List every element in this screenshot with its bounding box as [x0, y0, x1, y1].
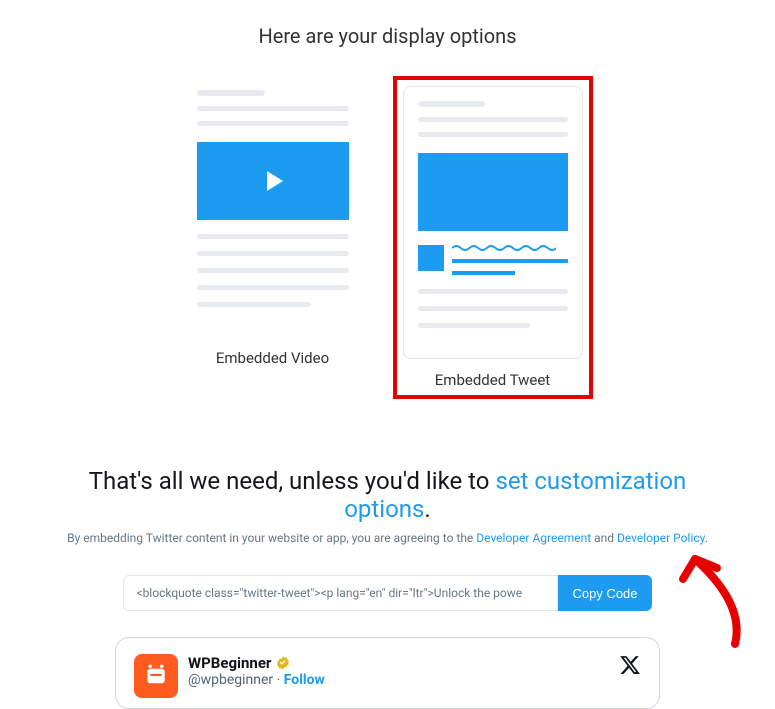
- skeleton-line: [197, 121, 349, 126]
- fine-and: and: [591, 531, 617, 545]
- tweet-preview-card: WPBeginner @wpbeginner · Follow: [115, 637, 660, 709]
- skeleton-lines: [418, 289, 568, 340]
- skeleton-line: [418, 101, 486, 107]
- fine-lead: By embedding Twitter content in your web…: [67, 531, 476, 545]
- follow-link[interactable]: Follow: [284, 672, 325, 688]
- user-name: WPBeginner: [188, 654, 271, 672]
- user-handle: @wpbeginner: [188, 672, 273, 688]
- tweet-hero: [418, 153, 568, 231]
- fine-tail: .: [705, 531, 708, 545]
- squiggle-line: [452, 245, 556, 251]
- embed-code-input[interactable]: <blockquote class="twitter-tweet"><p lan…: [123, 575, 558, 611]
- page-title: Here are your display options: [0, 24, 775, 48]
- play-icon: [267, 171, 283, 191]
- selected-highlight: Embedded Tweet: [393, 76, 593, 399]
- display-options-row: Embedded Video: [0, 76, 775, 399]
- skeleton-line: [418, 117, 568, 122]
- developer-policy-link[interactable]: Developer Policy: [617, 531, 705, 545]
- user-lines: WPBeginner @wpbeginner · Follow: [188, 654, 325, 688]
- tweet-thumbnail: [403, 86, 583, 359]
- tweet-preview-header: WPBeginner @wpbeginner · Follow: [134, 654, 641, 698]
- verified-icon: [275, 655, 291, 671]
- confirm-lead: That's all we need, unless you'd like to: [89, 467, 496, 495]
- embedded-tweet-option[interactable]: Embedded Tweet: [403, 86, 583, 389]
- video-hero: [197, 142, 349, 220]
- skeleton-line: [197, 90, 265, 96]
- skeleton-lines: [197, 234, 349, 319]
- confirm-tail: .: [424, 495, 430, 523]
- tweet-avatar-placeholder: [418, 245, 444, 271]
- tweet-content-lines: [452, 245, 568, 275]
- tweet-preview-block: [418, 245, 568, 275]
- wpbeginner-logo-icon: [143, 663, 169, 689]
- embedded-video-option[interactable]: Embedded Video: [183, 76, 363, 399]
- avatar: [134, 654, 178, 698]
- confirm-section: That's all we need, unless you'd like to…: [0, 467, 775, 545]
- x-logo-icon[interactable]: [619, 654, 641, 676]
- skeleton-line: [197, 106, 349, 111]
- user-name-row: WPBeginner: [188, 654, 325, 672]
- confirm-heading: That's all we need, unless you'd like to…: [60, 467, 715, 523]
- skeleton-line: [418, 132, 568, 137]
- developer-agreement-link[interactable]: Developer Agreement: [476, 531, 591, 545]
- copy-code-button[interactable]: Copy Code: [558, 575, 651, 611]
- embed-code-row: <blockquote class="twitter-tweet"><p lan…: [0, 575, 775, 611]
- handle-sep: ·: [273, 672, 284, 688]
- fine-print: By embedding Twitter content in your web…: [60, 531, 715, 545]
- user-handle-row: @wpbeginner · Follow: [188, 672, 325, 688]
- tweet-option-label: Embedded Tweet: [403, 371, 583, 389]
- video-option-label: Embedded Video: [183, 349, 363, 367]
- video-thumbnail: [183, 76, 363, 337]
